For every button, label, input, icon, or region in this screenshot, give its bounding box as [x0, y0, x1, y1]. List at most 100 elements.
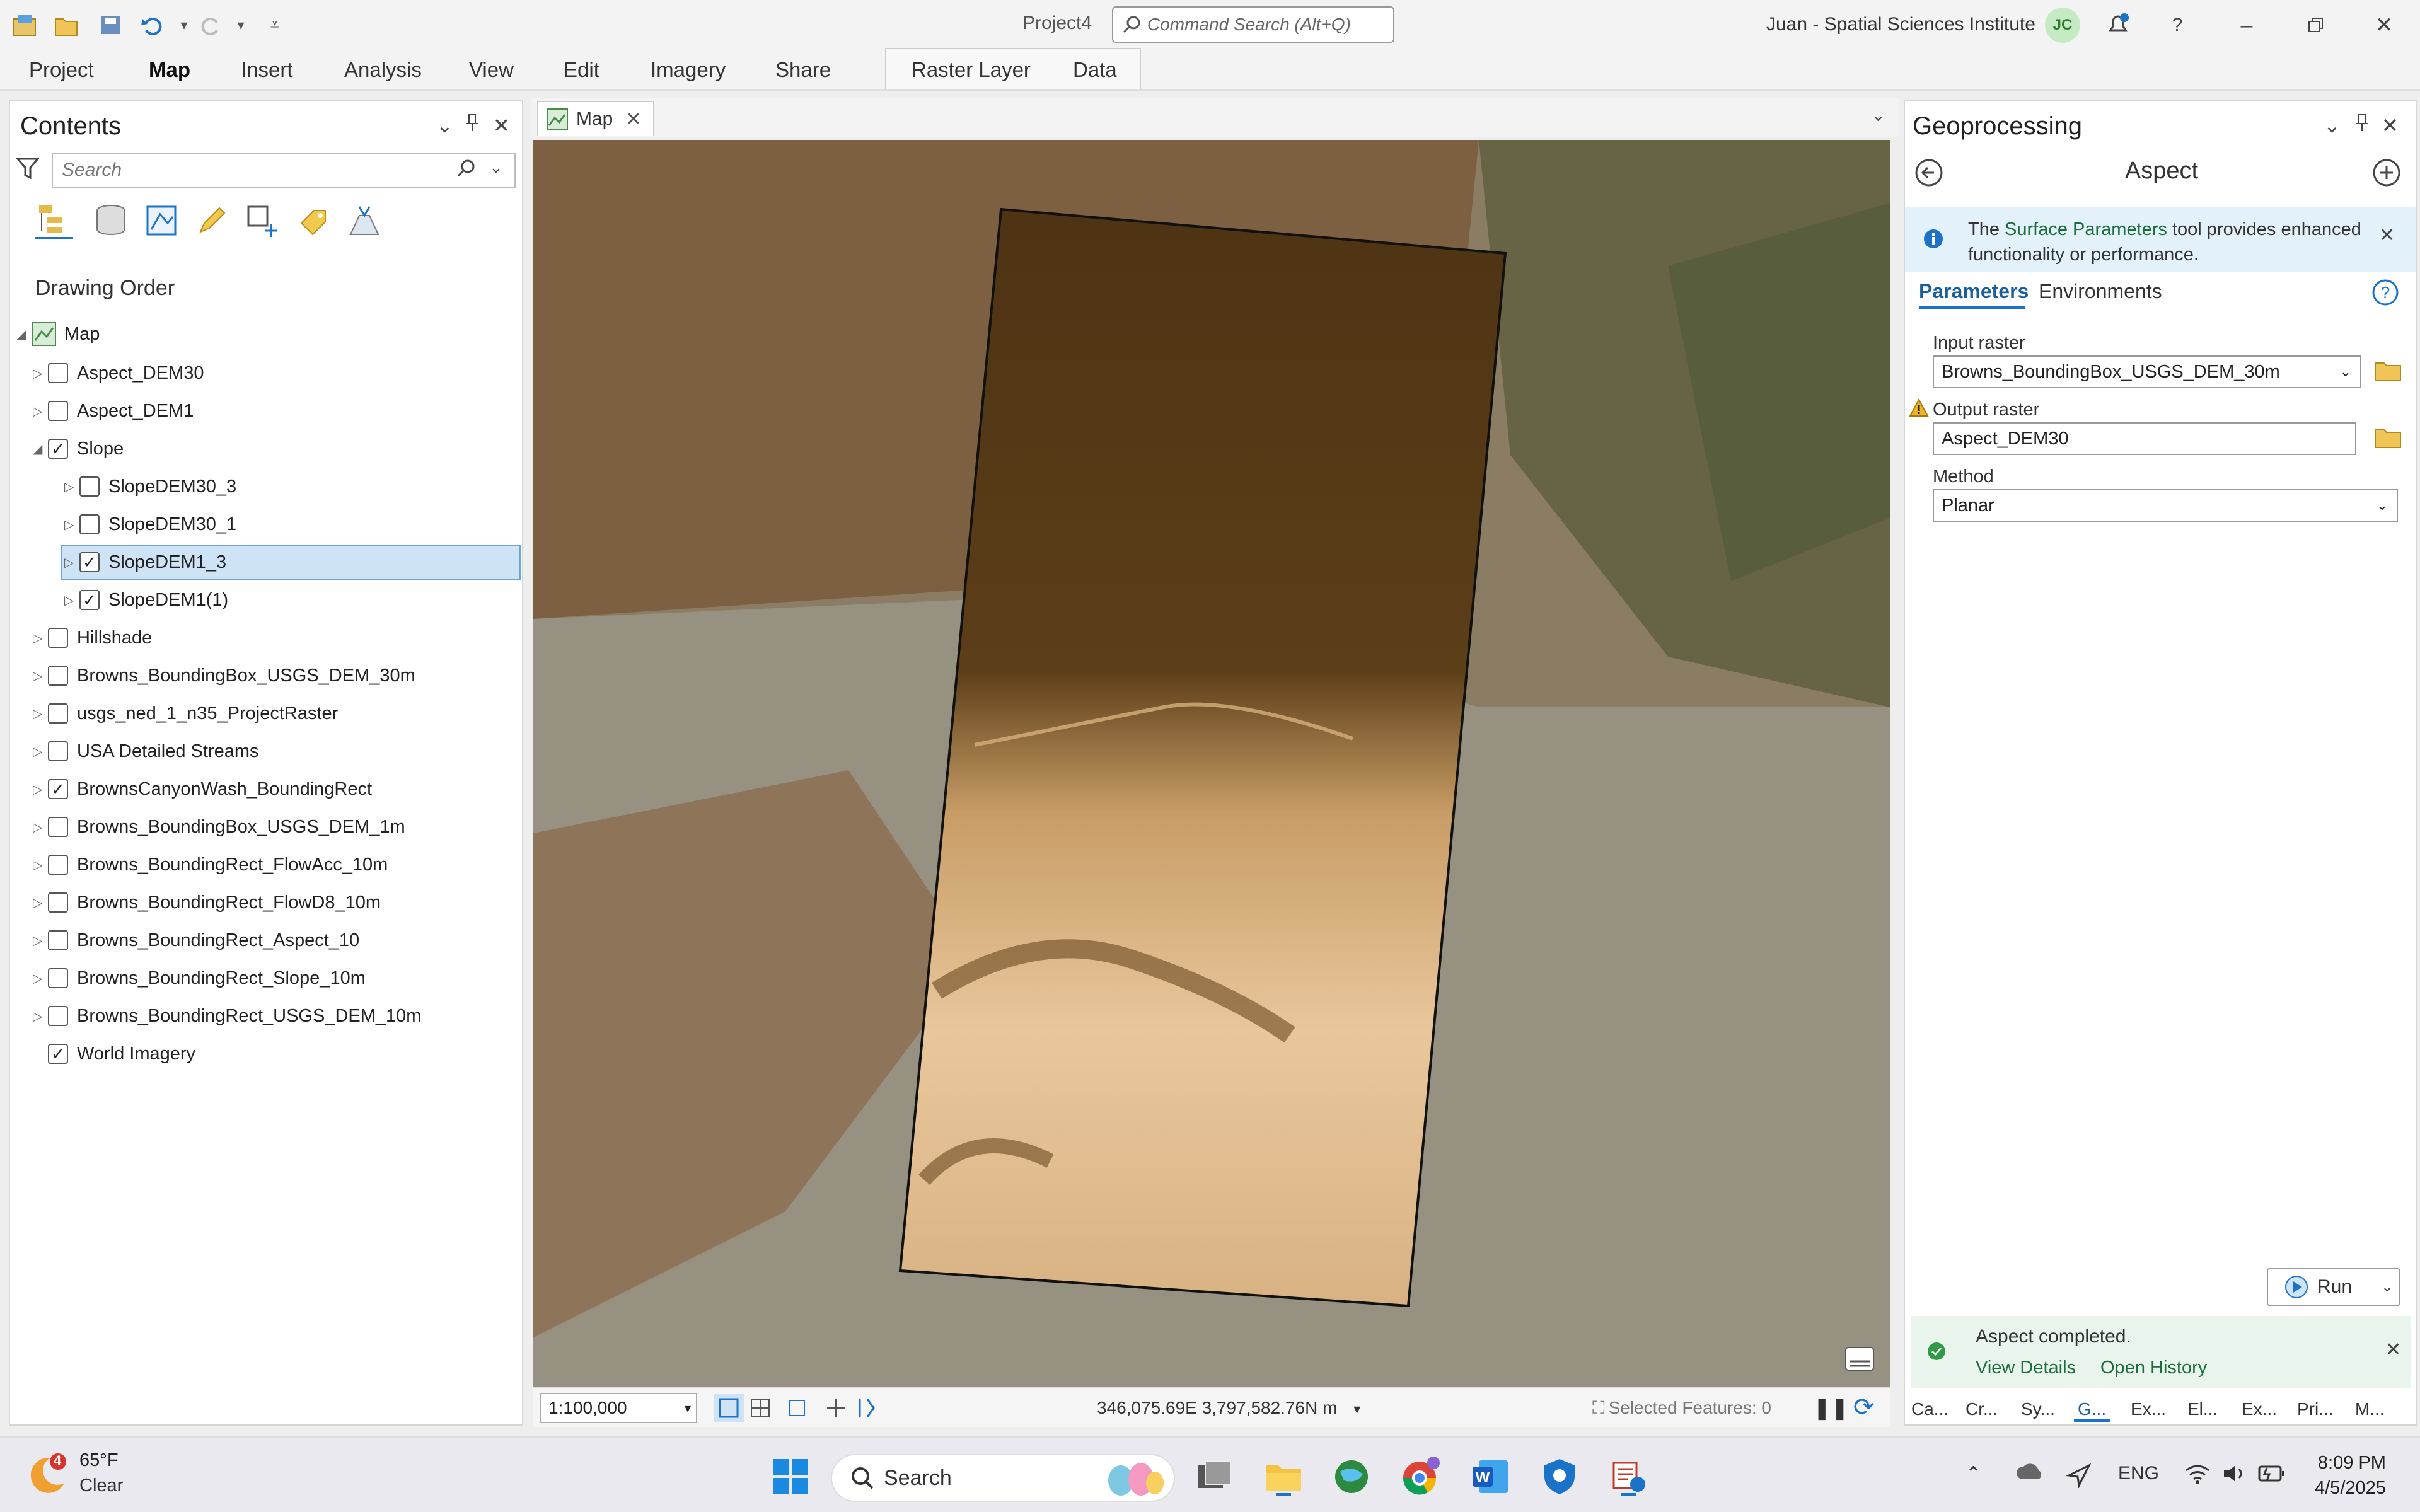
start-icon[interactable] — [770, 1457, 811, 1497]
tab-more[interactable]: M... — [2355, 1399, 2385, 1419]
tab-catalog[interactable]: Ca... — [1911, 1399, 1948, 1419]
view-details-link[interactable]: View Details — [1976, 1358, 2076, 1378]
customize-toolbar-icon[interactable]: ⩡ — [260, 10, 290, 40]
undo-icon[interactable] — [137, 10, 168, 40]
layer-visibility-checkbox[interactable] — [48, 401, 68, 421]
battery-icon[interactable] — [2258, 1463, 2286, 1489]
help-icon[interactable]: ? — [2158, 9, 2196, 42]
method-select[interactable]: Planar ⌄ — [1933, 489, 2398, 522]
layer-visibility-checkbox[interactable]: ✓ — [48, 779, 68, 799]
layer-row[interactable]: ✓ World Imagery — [33, 1036, 195, 1071]
pin-icon[interactable] — [465, 113, 479, 137]
chevron-down-icon[interactable]: ⌄ — [489, 158, 503, 177]
expand-triangle-icon[interactable]: ▷ — [33, 630, 48, 646]
command-search-input[interactable]: Command Search (Alt+Q) — [1112, 6, 1394, 43]
layer-row[interactable]: ▷ Aspect_DEM30 — [33, 355, 204, 391]
expand-triangle-icon[interactable]: ▷ — [33, 933, 48, 949]
search-icon[interactable] — [456, 159, 475, 183]
layer-visibility-checkbox[interactable] — [48, 666, 68, 686]
layer-row[interactable]: ▷ ✓ SlopeDEM1_3 — [61, 545, 521, 580]
layer-row[interactable]: ▷ USA Detailed Streams — [33, 734, 259, 769]
layer-visibility-checkbox[interactable] — [48, 363, 68, 383]
expand-triangle-icon[interactable]: ▷ — [33, 403, 48, 419]
layer-row[interactable]: ▷ ✓ BrownsCanyonWash_BoundingRect — [33, 771, 372, 807]
task-view-icon[interactable] — [1194, 1457, 1234, 1497]
map-node[interactable]: ◢ Map — [16, 316, 100, 352]
layer-row[interactable]: ▷ Browns_BoundingRect_FlowD8_10m — [33, 885, 381, 920]
refresh-icon[interactable]: ⟳ — [1853, 1393, 1875, 1422]
expand-triangle-icon[interactable]: ▷ — [64, 517, 79, 533]
map-canvas[interactable] — [533, 140, 1890, 1387]
security-app-icon[interactable] — [1539, 1457, 1580, 1497]
layer-row[interactable]: ▷ Browns_BoundingBox_USGS_DEM_30m — [33, 658, 415, 693]
expand-triangle-icon[interactable]: ▷ — [33, 971, 48, 986]
tab-map[interactable]: Map — [149, 58, 190, 82]
tab-geoprocessing[interactable]: G... — [2074, 1399, 2110, 1422]
layer-visibility-checkbox[interactable] — [48, 892, 68, 913]
layer-visibility-checkbox[interactable] — [48, 703, 68, 724]
tab-imagery[interactable]: Imagery — [651, 58, 726, 82]
user-name[interactable]: Juan - Spatial Sciences Institute — [1766, 14, 2035, 35]
add-icon[interactable] — [2371, 158, 2402, 191]
location-icon[interactable] — [2066, 1463, 2092, 1493]
tab-analysis[interactable]: Analysis — [344, 58, 422, 82]
layer-visibility-checkbox[interactable] — [48, 817, 68, 837]
tab-symbology[interactable]: Sy... — [2021, 1399, 2055, 1419]
clock[interactable]: 8:09 PM 4/5/2025 — [2315, 1450, 2386, 1501]
chevron-down-icon[interactable]: ⌄ — [2382, 1279, 2393, 1295]
tab-parameters[interactable]: Parameters — [1919, 280, 2029, 303]
language-indicator[interactable]: ENG — [2118, 1463, 2159, 1484]
restore-icon[interactable] — [2297, 9, 2335, 42]
tab-edit[interactable]: Edit — [564, 58, 599, 82]
layer-visibility-checkbox[interactable] — [48, 855, 68, 875]
volume-icon[interactable] — [2221, 1463, 2247, 1489]
layer-visibility-checkbox[interactable] — [48, 1006, 68, 1026]
arcgis-globe-icon[interactable] — [1331, 1457, 1372, 1497]
filter-icon[interactable] — [15, 156, 40, 185]
warning-icon[interactable] — [1909, 398, 1929, 420]
layer-visibility-checkbox[interactable]: ✓ — [48, 1044, 68, 1064]
tab-element[interactable]: El... — [2187, 1399, 2218, 1419]
chevron-down-icon[interactable]: ⌄ — [2340, 364, 2351, 380]
layer-row[interactable]: ▷ usgs_ned_1_n35_ProjectRaster — [33, 696, 338, 731]
pane-options-icon[interactable]: ⌄ — [436, 113, 453, 137]
chrome-icon[interactable] — [1401, 1457, 1441, 1497]
scale-selector[interactable]: 1:100,000 ▾ — [540, 1393, 697, 1423]
open-project-icon[interactable] — [52, 10, 82, 40]
word-icon[interactable]: W — [1470, 1457, 1510, 1497]
onedrive-icon[interactable] — [2016, 1463, 2044, 1487]
expand-triangle-icon[interactable]: ▷ — [33, 366, 48, 381]
arcgis-pro-icon[interactable] — [1609, 1457, 1649, 1497]
layer-row[interactable]: ▷ Browns_BoundingRect_Aspect_10 — [33, 923, 359, 958]
pause-drawing-icon[interactable]: ❚❚ — [1813, 1395, 1849, 1421]
taskbar-search[interactable]: Search — [831, 1454, 1175, 1502]
collapse-triangle-icon[interactable]: ◢ — [16, 326, 32, 342]
layer-row[interactable]: ▷ SlopeDEM30_3 — [64, 469, 236, 504]
close-pane-icon[interactable]: ✕ — [2382, 113, 2399, 137]
notifications-icon[interactable] — [2099, 9, 2137, 42]
expand-triangle-icon[interactable]: ▷ — [33, 744, 48, 759]
layer-visibility-checkbox[interactable] — [48, 741, 68, 761]
file-explorer-icon[interactable] — [1263, 1457, 1304, 1497]
save-project-icon[interactable] — [96, 10, 126, 40]
expand-triangle-icon[interactable]: ▷ — [33, 895, 48, 911]
layer-visibility-checkbox[interactable]: ✓ — [48, 439, 68, 459]
close-icon[interactable]: ✕ — [2365, 9, 2403, 42]
layer-visibility-checkbox[interactable]: ✓ — [79, 590, 100, 610]
expand-triangle-icon[interactable]: ▷ — [33, 782, 48, 797]
contents-search-input[interactable]: Search ⌄ — [52, 153, 516, 188]
wifi-icon[interactable] — [2185, 1463, 2210, 1489]
layer-visibility-checkbox[interactable] — [48, 628, 68, 648]
layer-row[interactable]: ▷ SlopeDEM30_1 — [64, 507, 236, 542]
layer-row[interactable]: ▷ Browns_BoundingRect_FlowAcc_10m — [33, 847, 388, 882]
expand-triangle-icon[interactable]: ▷ — [33, 1008, 48, 1024]
redo-dropdown-icon[interactable]: ▾ — [226, 10, 256, 40]
list-by-labeling-icon[interactable] — [295, 202, 333, 239]
tab-map-view[interactable]: Map ✕ — [537, 101, 654, 136]
undo-dropdown-icon[interactable]: ▾ — [169, 10, 199, 40]
layer-row[interactable]: ▷ Browns_BoundingBox_USGS_DEM_1m — [33, 809, 405, 845]
navigation-tools-icon[interactable] — [714, 1394, 884, 1425]
open-history-link[interactable]: Open History — [2100, 1358, 2207, 1378]
layer-row[interactable]: ▷ ✓ SlopeDEM1(1) — [64, 582, 228, 618]
chevron-down-icon[interactable]: ▾ — [1353, 1401, 1360, 1417]
